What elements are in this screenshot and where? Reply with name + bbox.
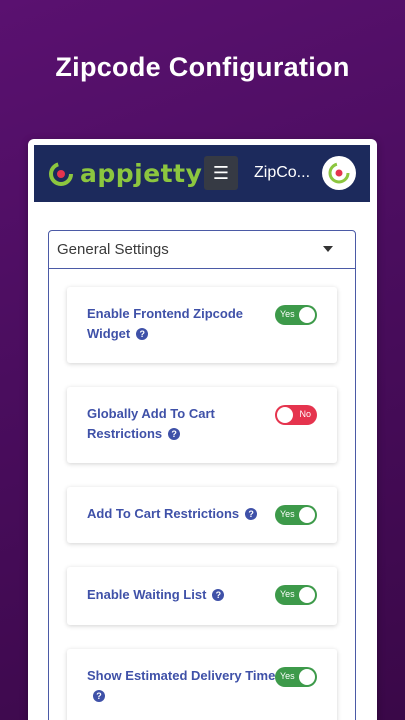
appjetty-logo[interactable]: appjetty: [48, 159, 202, 188]
promo-title: Zipcode Configuration: [55, 52, 350, 82]
setting-card: Add To Cart Restrictions? Yes: [67, 487, 337, 543]
frontend-widget-toggle[interactable]: Yes: [275, 305, 317, 325]
header-title: ZipCo...: [254, 164, 311, 181]
toggle-text: Yes: [280, 671, 295, 681]
logo-text: appjetty: [80, 159, 203, 188]
toggle-knob: [277, 407, 293, 423]
store-avatar[interactable]: [322, 156, 356, 190]
setting-card: Enable Waiting List? Yes: [67, 567, 337, 625]
setting-card: Enable Frontend Zipcode Widget? Yes: [67, 287, 337, 363]
setting-label: Enable Frontend Zipcode Widget?: [87, 304, 277, 344]
setting-label-text: Add To Cart Restrictions: [87, 506, 240, 521]
setting-card: Globally Add To Cart Restrictions? No: [67, 387, 337, 463]
help-icon[interactable]: ?: [93, 689, 105, 702]
cart-restrictions-toggle[interactable]: Yes: [275, 505, 317, 525]
help-icon[interactable]: ?: [136, 327, 149, 340]
help-icon[interactable]: ?: [245, 507, 258, 520]
setting-card: Show Estimated Delivery Time? Yes: [67, 649, 337, 720]
setting-label-text: Show Estimated Delivery Time: [87, 668, 276, 683]
dropdown-label: General Settings: [57, 241, 169, 258]
app-header: appjetty ☰ ZipCo...: [34, 145, 370, 202]
help-icon[interactable]: ?: [168, 427, 181, 440]
toggle-knob: [299, 307, 315, 323]
setting-label: Enable Waiting List?: [87, 585, 277, 605]
menu-button[interactable]: ☰: [204, 156, 238, 190]
toggle-text: No: [299, 409, 311, 419]
waiting-list-toggle[interactable]: Yes: [275, 585, 317, 605]
hamburger-icon: ☰: [212, 163, 230, 183]
setting-label: Show Estimated Delivery Time?: [87, 666, 277, 706]
setting-label-text: Enable Frontend Zipcode Widget: [87, 306, 244, 341]
appjetty-logo-icon: [49, 161, 73, 186]
phone-screen: appjetty ☰ ZipCo... General Settings Ena…: [28, 139, 377, 720]
help-icon[interactable]: ?: [212, 588, 225, 601]
setting-label-text: Enable Waiting List: [87, 587, 207, 602]
toggle-knob: [299, 587, 315, 603]
global-cart-restrictions-toggle[interactable]: No: [275, 405, 317, 425]
toggle-knob: [299, 669, 315, 685]
appjetty-avatar-icon: [328, 162, 350, 184]
toggle-knob: [299, 507, 315, 523]
settings-panel: Enable Frontend Zipcode Widget? Yes Glob…: [48, 269, 356, 720]
setting-label: Add To Cart Restrictions?: [87, 504, 277, 524]
toggle-text: Yes: [280, 509, 295, 519]
setting-label-text: Globally Add To Cart Restrictions: [87, 406, 215, 441]
caret-down-icon: [323, 246, 333, 252]
toggle-text: Yes: [280, 589, 295, 599]
toggle-text: Yes: [280, 309, 295, 319]
setting-label: Globally Add To Cart Restrictions?: [87, 404, 277, 444]
delivery-time-toggle[interactable]: Yes: [275, 667, 317, 687]
general-settings-dropdown[interactable]: General Settings: [48, 230, 356, 269]
